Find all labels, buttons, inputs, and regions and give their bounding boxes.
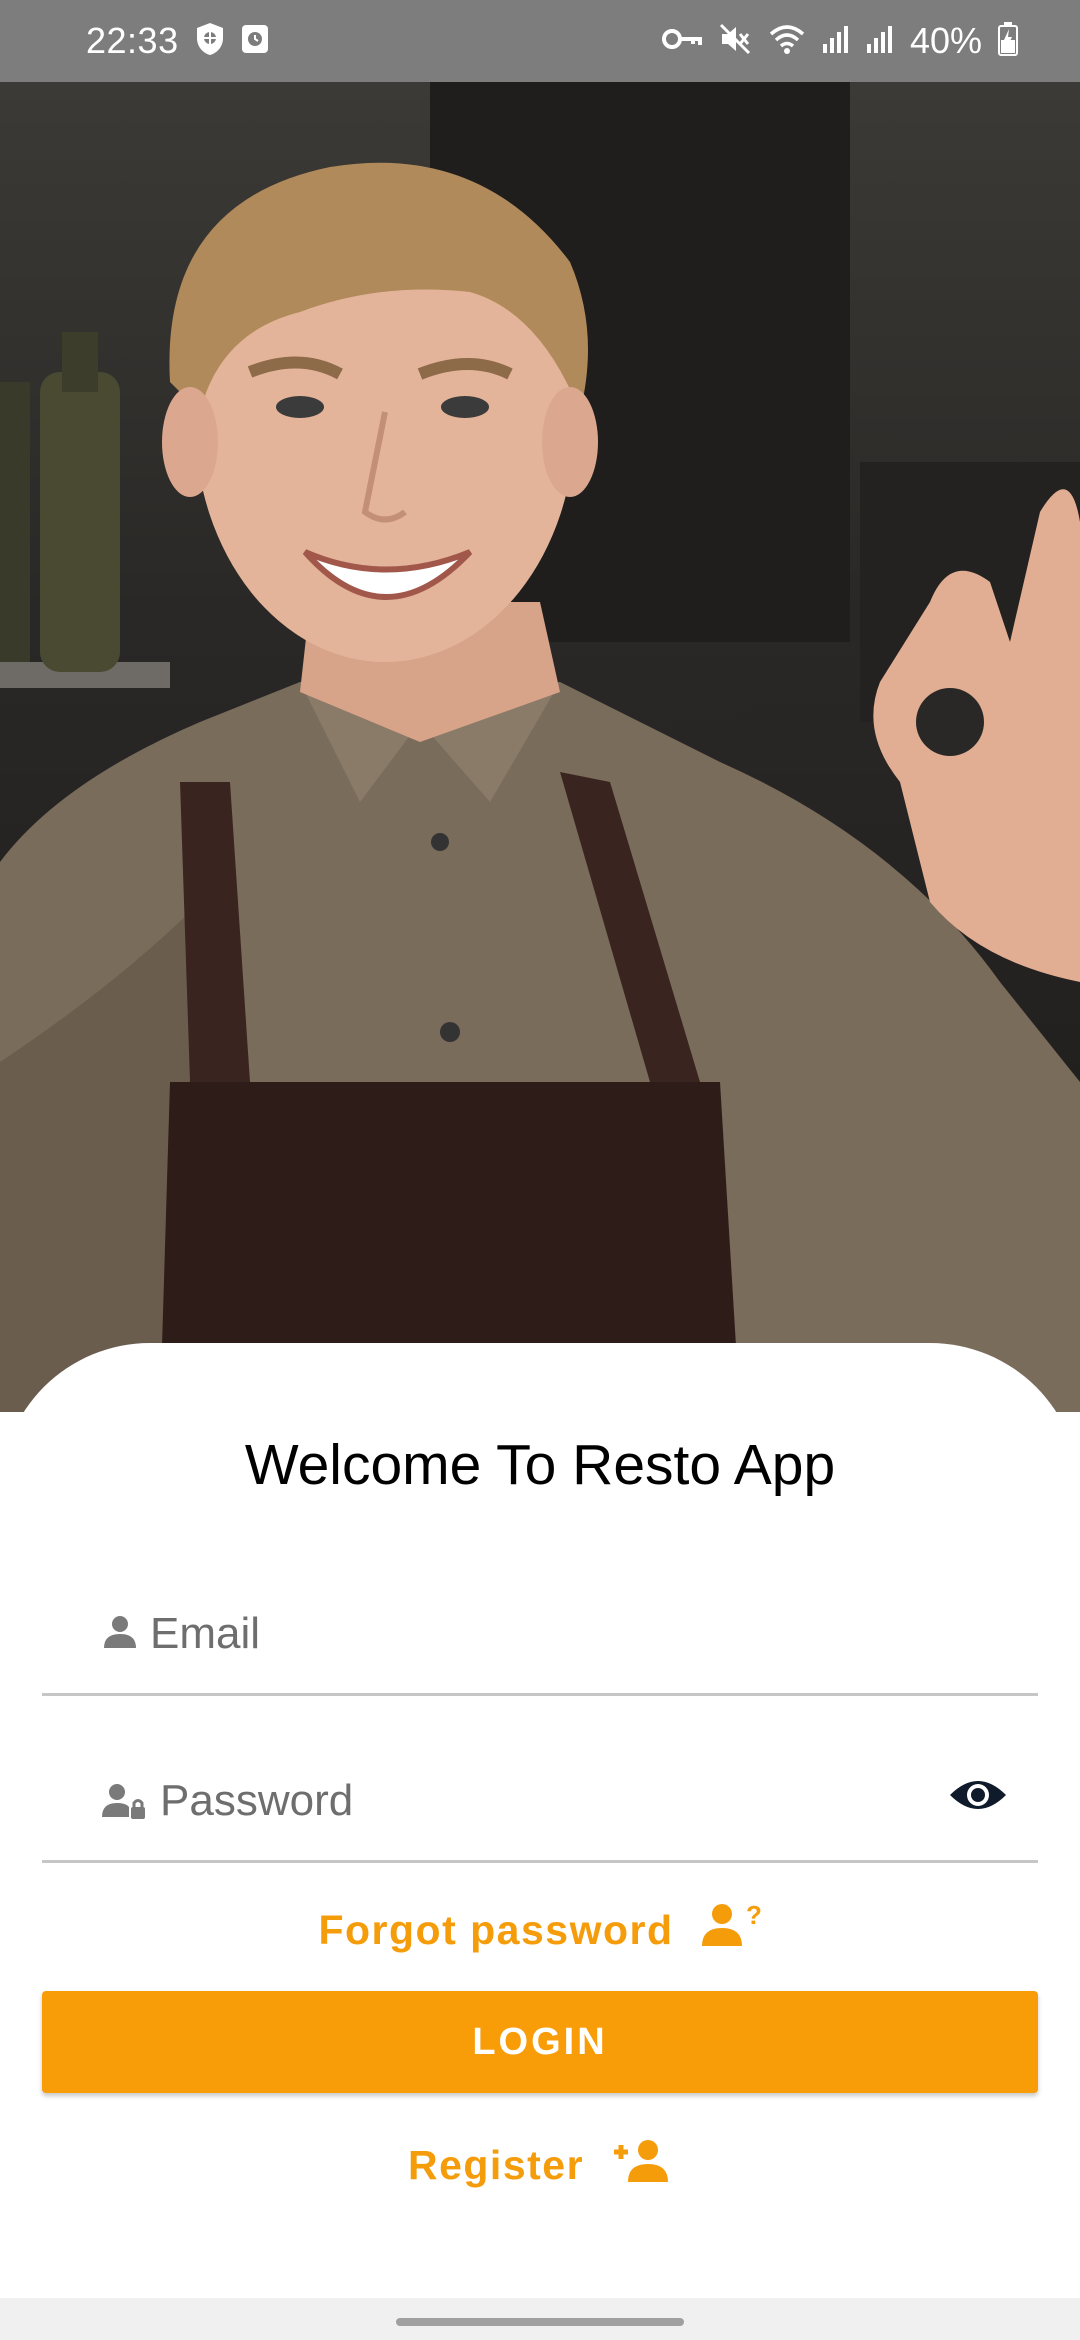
email-input[interactable] (150, 1594, 970, 1674)
battery-charging-icon (998, 21, 1018, 61)
login-screen: 22:33 40% Welcome To Resto App Email For… (0, 0, 1080, 2340)
mute-icon (718, 22, 752, 61)
person-lock-icon (102, 1781, 146, 1826)
vpn-key-icon (661, 28, 702, 55)
battery-level: 40% (909, 20, 982, 61)
gesture-nav-bar (0, 2298, 1080, 2340)
add-person-icon (612, 2138, 672, 2192)
hero-photo (0, 82, 1080, 1412)
wifi-icon (768, 23, 806, 60)
status-bar: 22:33 40% (0, 0, 1080, 82)
password-field[interactable] (42, 1733, 1038, 1863)
person-question-icon: ? (701, 1900, 762, 1958)
clock-app-icon (241, 24, 269, 59)
password-input[interactable] (160, 1761, 980, 1841)
register-label: Register (407, 2141, 585, 2188)
svg-text:?: ? (746, 1902, 762, 1930)
page-title: Welcome To Resto App (244, 1433, 836, 1497)
email-field[interactable] (42, 1566, 1038, 1696)
signal-icon (866, 24, 894, 59)
chef-illustration (0, 82, 1080, 1412)
person-icon (102, 1614, 138, 1655)
shield-icon (195, 22, 225, 61)
login-button[interactable]: LOGIN (42, 1991, 1038, 2093)
register-link[interactable]: Register (0, 2138, 1080, 2192)
show-password-icon[interactable] (948, 1775, 1008, 1820)
forgot-password-label: Forgot password (318, 1906, 674, 1953)
signal-icon (822, 24, 850, 59)
forgot-password-link[interactable]: Forgot password ? (0, 1900, 1080, 1958)
status-time: 22:33 (86, 20, 179, 61)
home-gesture-handle[interactable] (396, 2318, 684, 2326)
